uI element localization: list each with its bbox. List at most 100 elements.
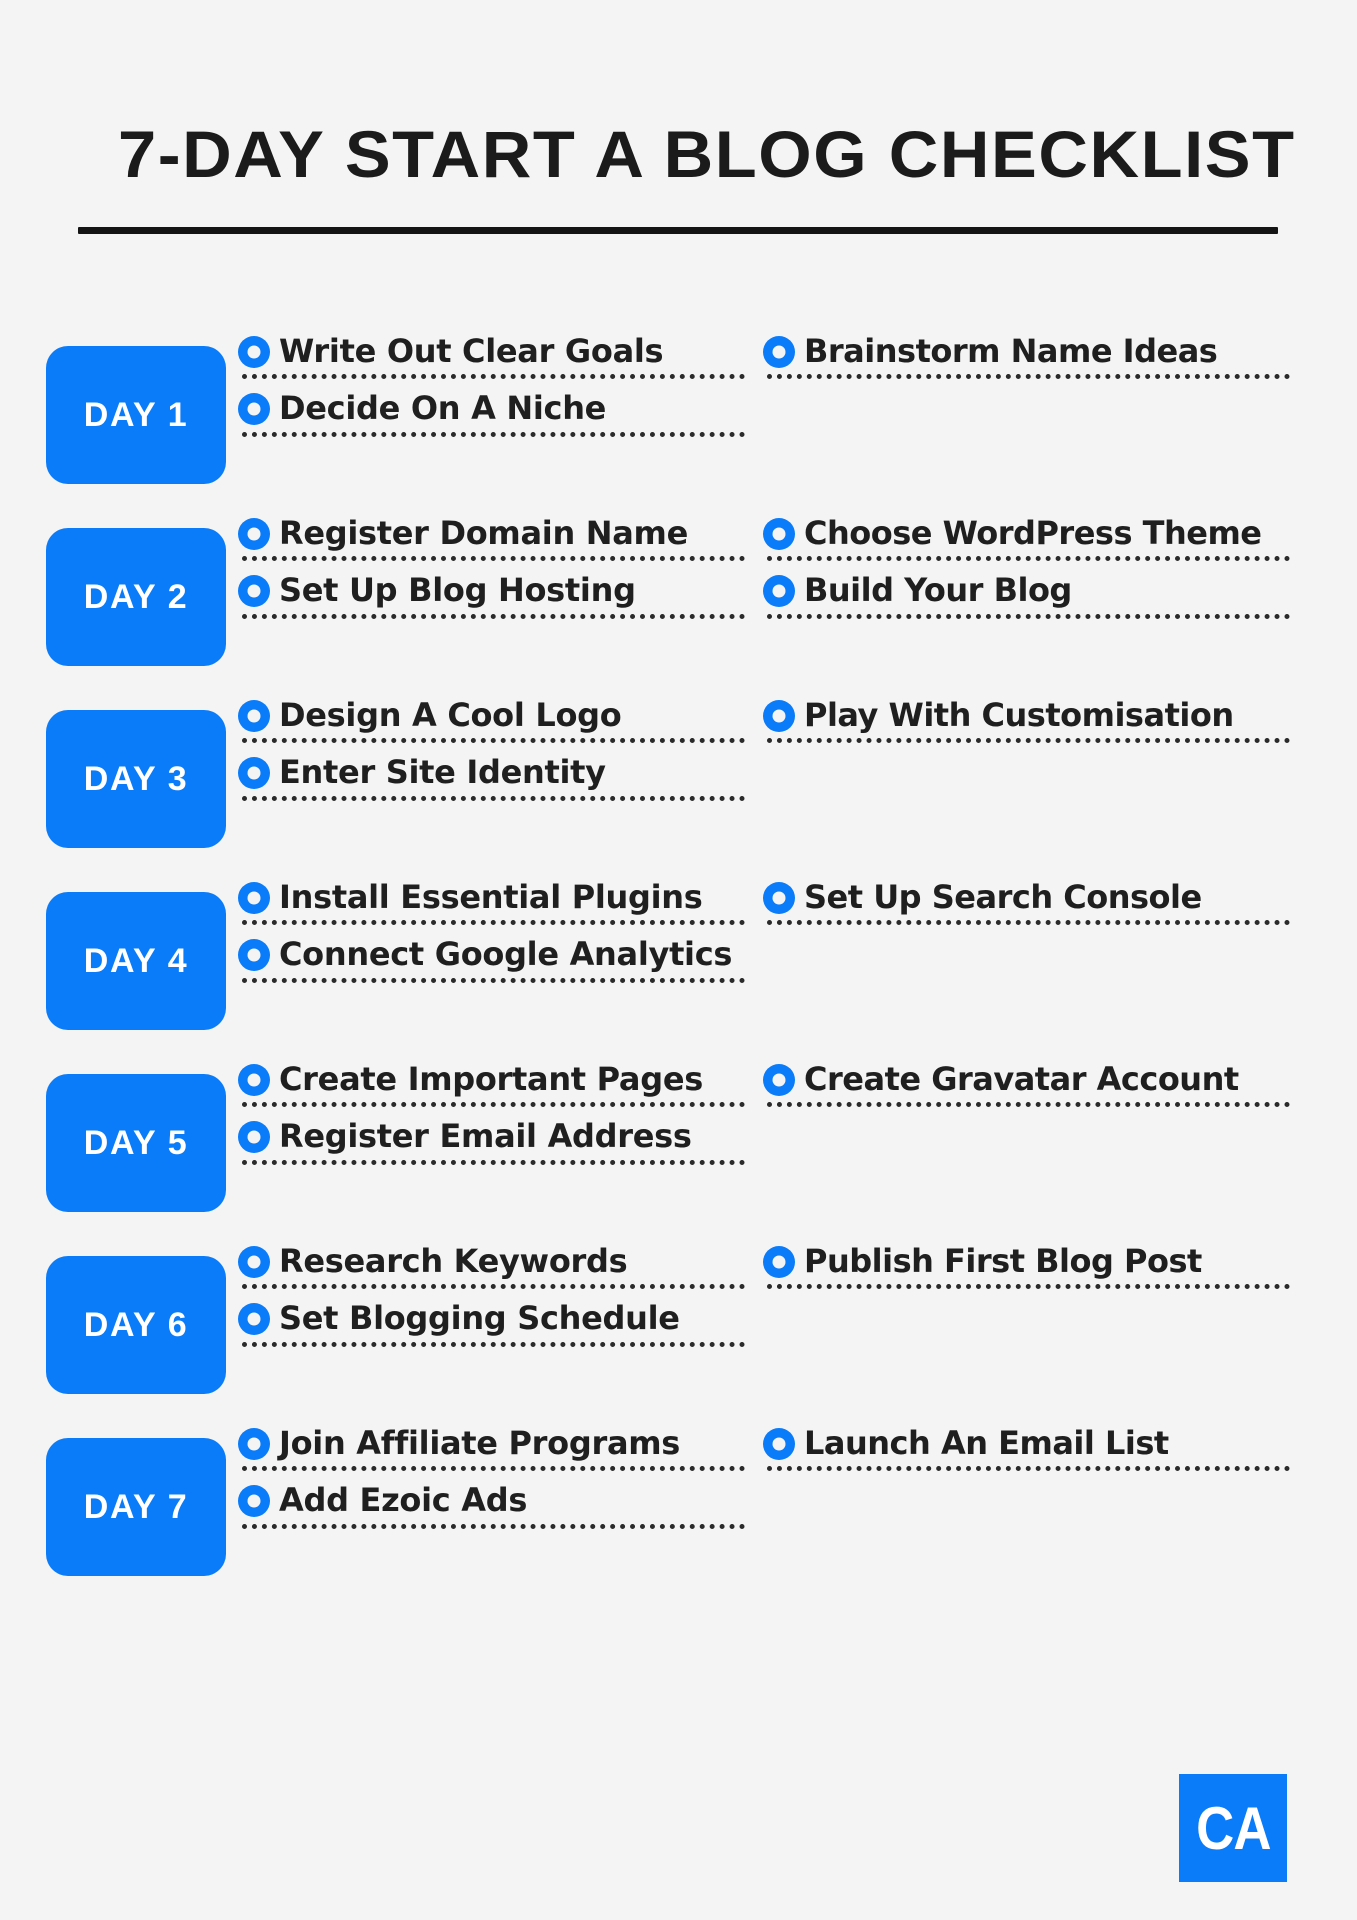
checklist-item-label: Set Up Blog Hosting xyxy=(279,571,636,610)
write-in-line xyxy=(242,1341,745,1347)
checklist-item[interactable]: Publish First Blog Post xyxy=(763,1244,1308,1295)
day-row: DAY 5 Create Important Pages Register Emai… xyxy=(46,1062,1357,1213)
checklist-item[interactable]: Design A Cool Logo xyxy=(238,698,763,749)
checkbox-circle-icon[interactable] xyxy=(238,1063,270,1096)
day-list: DAY 1 Write Out Clear Goals Decide On A Ni… xyxy=(0,334,1357,1577)
day-row: DAY 1 Write Out Clear Goals Decide On A Ni… xyxy=(46,334,1357,485)
checkbox-circle-icon[interactable] xyxy=(238,881,270,914)
checklist-item[interactable]: Set Up Search Console xyxy=(763,880,1308,931)
checkbox-circle-icon[interactable] xyxy=(238,757,270,790)
checklist-item[interactable]: Choose WordPress Theme xyxy=(763,516,1308,567)
checkbox-circle-icon[interactable] xyxy=(763,699,795,732)
checkbox-circle-icon[interactable] xyxy=(238,699,270,732)
checklist-item[interactable]: Research Keywords xyxy=(238,1244,763,1295)
task-column-right: Choose WordPress Theme Build Your Blog xyxy=(763,516,1308,630)
checklist-item-label: Launch An Email List xyxy=(804,1424,1169,1463)
day-row: DAY 2 Register Domain Name Set Up Blog Hos… xyxy=(46,516,1357,667)
checkbox-circle-icon[interactable] xyxy=(238,1427,270,1460)
checklist-item-label: Build Your Blog xyxy=(804,571,1072,610)
day-columns: Install Essential Plugins Connect Google … xyxy=(226,880,1357,994)
day-columns: Write Out Clear Goals Decide On A Niche Br… xyxy=(226,334,1357,448)
checklist-item[interactable]: Join Affiliate Programs xyxy=(238,1426,763,1477)
checklist-item-label: Set Blogging Schedule xyxy=(279,1299,680,1338)
checkbox-circle-icon[interactable] xyxy=(763,1427,795,1460)
task-column-left: Write Out Clear Goals Decide On A Niche xyxy=(238,334,763,448)
day-badge-7: DAY 7 xyxy=(46,1438,226,1577)
task-column-left: Install Essential Plugins Connect Google … xyxy=(238,880,763,994)
checklist-item[interactable]: Add Ezoic Ads xyxy=(238,1483,763,1534)
write-in-line xyxy=(242,1284,745,1290)
day-badge-3: DAY 3 xyxy=(46,710,226,849)
write-in-line xyxy=(242,1466,745,1472)
checklist-item[interactable]: Brainstorm Name Ideas xyxy=(763,334,1308,385)
checklist-item-label: Add Ezoic Ads xyxy=(279,1481,528,1520)
write-in-line xyxy=(242,1102,745,1108)
checklist-item[interactable]: Create Gravatar Account xyxy=(763,1062,1308,1113)
checkbox-circle-icon[interactable] xyxy=(238,1485,270,1518)
write-in-line xyxy=(242,1523,745,1529)
write-in-line xyxy=(767,738,1290,744)
checkbox-circle-icon[interactable] xyxy=(238,1121,270,1154)
checklist-item[interactable]: Set Blogging Schedule xyxy=(238,1301,763,1352)
checkbox-circle-icon[interactable] xyxy=(763,881,795,914)
checklist-item[interactable]: Install Essential Plugins xyxy=(238,880,763,931)
task-column-right: Set Up Search Console xyxy=(763,880,1308,994)
write-in-line xyxy=(242,431,745,437)
checklist-item[interactable]: Play With Customisation xyxy=(763,698,1308,749)
checkbox-circle-icon[interactable] xyxy=(238,393,270,426)
checkbox-circle-icon[interactable] xyxy=(238,939,270,972)
checklist-item-label: Play With Customisation xyxy=(804,696,1234,735)
task-column-right: Publish First Blog Post xyxy=(763,1244,1308,1358)
day-badge-label: DAY 7 xyxy=(83,1487,189,1526)
checklist-item[interactable]: Launch An Email List xyxy=(763,1426,1308,1477)
write-in-line xyxy=(767,613,1290,619)
checkbox-circle-icon[interactable] xyxy=(763,575,795,608)
checklist-item[interactable]: Connect Google Analytics xyxy=(238,937,763,988)
day-columns: Research Keywords Set Blogging Schedule Pu… xyxy=(226,1244,1357,1358)
checklist-item[interactable]: Register Email Address xyxy=(238,1119,763,1170)
day-columns: Create Important Pages Register Email Add… xyxy=(226,1062,1357,1176)
checklist-item-label: Research Keywords xyxy=(279,1242,628,1281)
checkbox-circle-icon[interactable] xyxy=(763,335,795,368)
checklist-item-label: Publish First Blog Post xyxy=(804,1242,1202,1281)
checklist-item[interactable]: Write Out Clear Goals xyxy=(238,334,763,385)
checklist-item-label: Choose WordPress Theme xyxy=(804,514,1262,553)
title-divider xyxy=(78,227,1278,235)
checklist-item-label: Install Essential Plugins xyxy=(279,878,703,917)
checklist-item[interactable]: Build Your Blog xyxy=(763,573,1308,624)
checkbox-circle-icon[interactable] xyxy=(238,1245,270,1278)
checkbox-circle-icon[interactable] xyxy=(238,575,270,608)
write-in-line xyxy=(767,920,1290,926)
checklist-item[interactable]: Register Domain Name xyxy=(238,516,763,567)
checklist-item-label: Create Gravatar Account xyxy=(804,1060,1239,1099)
write-in-line xyxy=(242,977,745,983)
write-in-line xyxy=(242,556,745,562)
checklist-item[interactable]: Enter Site Identity xyxy=(238,755,763,806)
checklist-item-label: Write Out Clear Goals xyxy=(279,332,664,371)
task-column-right: Launch An Email List xyxy=(763,1426,1308,1540)
task-column-left: Create Important Pages Register Email Add… xyxy=(238,1062,763,1176)
task-column-left: Join Affiliate Programs Add Ezoic Ads xyxy=(238,1426,763,1540)
checkbox-circle-icon[interactable] xyxy=(763,1245,795,1278)
write-in-line xyxy=(767,1284,1290,1290)
task-column-left: Register Domain Name Set Up Blog Hosting xyxy=(238,516,763,630)
day-badge-6: DAY 6 xyxy=(46,1256,226,1395)
page-title: 7-DAY START A BLOG CHECKLIST xyxy=(118,117,1296,191)
checkbox-circle-icon[interactable] xyxy=(238,1303,270,1336)
task-column-left: Research Keywords Set Blogging Schedule xyxy=(238,1244,763,1358)
checklist-poster: 7-DAY START A BLOG CHECKLIST DAY 1 Write … xyxy=(0,0,1357,1920)
checkbox-circle-icon[interactable] xyxy=(763,1063,795,1096)
checklist-item[interactable]: Create Important Pages xyxy=(238,1062,763,1113)
task-column-left: Design A Cool Logo Enter Site Identity xyxy=(238,698,763,812)
checklist-item-label: Create Important Pages xyxy=(279,1060,703,1099)
checkbox-circle-icon[interactable] xyxy=(238,517,270,550)
checklist-item-label: Brainstorm Name Ideas xyxy=(804,332,1218,371)
checklist-item[interactable]: Set Up Blog Hosting xyxy=(238,573,763,624)
day-badge-label: DAY 3 xyxy=(83,759,189,798)
day-columns: Register Domain Name Set Up Blog Hosting C… xyxy=(226,516,1357,630)
checkbox-circle-icon[interactable] xyxy=(238,335,270,368)
checklist-item[interactable]: Decide On A Niche xyxy=(238,391,763,442)
checkbox-circle-icon[interactable] xyxy=(763,517,795,550)
write-in-line xyxy=(767,374,1290,380)
checklist-item-label: Connect Google Analytics xyxy=(279,935,733,974)
